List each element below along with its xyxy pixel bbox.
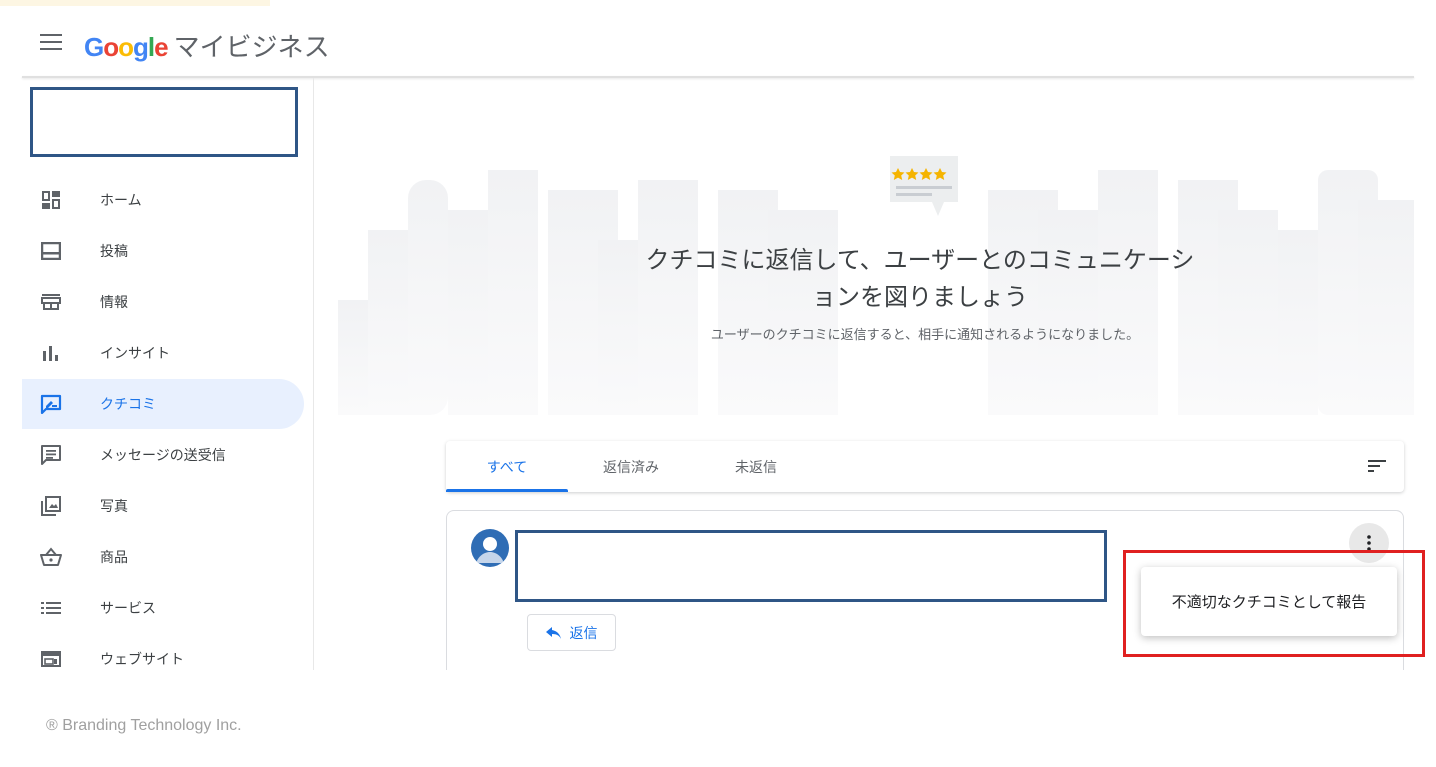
reply-icon [545,626,561,639]
more-vert-icon [1367,535,1371,551]
brand[interactable]: Google マイビジネス [84,27,330,64]
rate-review-icon [40,394,62,414]
product-name: マイビジネス [173,33,330,63]
copyright-text: ® Branding Technology Inc. [46,717,242,734]
reply-button[interactable]: 返信 [527,614,616,651]
sidebar-item-products[interactable]: 商品 [22,532,304,582]
review-filter-tabs: すべて 返信済み 未返信 [446,441,1404,492]
shopping-basket-icon [40,547,62,567]
review-stars-icon [890,156,958,216]
menu-icon[interactable] [40,34,62,52]
dashboard-icon [40,190,62,210]
hero-title: クチコミに返信して、ユーザーとのコミュニケーションを図りましょう [645,246,1195,311]
sidebar-item-services[interactable]: サービス [22,583,304,633]
sidebar-item-label: ウェブサイト [100,652,184,668]
store-icon [40,292,62,312]
hero-subtitle: ユーザーのクチコミに返信すると、相手に通知されるようになりました。 [710,328,1140,343]
sidebar-item-reviews[interactable]: クチコミ [22,379,304,429]
sidebar-item-info[interactable]: 情報 [22,277,304,327]
sort-icon[interactable] [1366,457,1388,475]
sidebar-item-photos[interactable]: 写真 [22,481,304,531]
message-icon [40,445,62,465]
review-content-redacted [515,530,1107,602]
more-options-button[interactable] [1349,523,1389,563]
photo-library-icon [40,496,62,516]
tab-label: 未返信 [735,459,777,476]
sidebar-item-label: 情報 [100,295,128,311]
app-header: Google マイビジネス [0,0,1436,78]
options-menu: 不適切なクチコミとして報告 [1141,567,1397,636]
sidebar-item-messages[interactable]: メッセージの送受信 [22,430,304,480]
tab-label: すべて [486,459,528,476]
sidebar: ホーム 投稿 情報 インサイト クチコミ メッセージの送受信 写真 商品 サービ… [22,78,314,670]
sidebar-item-label: クチコミ [100,397,156,413]
sidebar-item-label: ホーム [100,193,142,209]
sidebar-item-label: インサイト [100,346,170,362]
web-icon [40,649,62,669]
sidebar-item-label: 写真 [100,499,128,515]
sidebar-item-label: 投稿 [100,244,128,260]
bar-chart-icon [40,343,62,363]
tab-unreplied[interactable]: 未返信 [716,441,796,492]
active-tab-indicator [446,489,568,492]
avatar [471,529,509,567]
sidebar-item-label: サービス [100,601,156,617]
sidebar-item-label: メッセージの送受信 [100,448,226,464]
report-review-menu-item[interactable]: 不適切なクチコミとして報告 [1172,591,1367,612]
list-icon [40,598,62,618]
post-icon [40,241,62,261]
tab-label: 返信済み [603,459,659,476]
google-logo: Google [84,32,169,62]
tab-all[interactable]: すべて [446,441,568,492]
sidebar-item-home[interactable]: ホーム [22,175,304,225]
sidebar-item-posts[interactable]: 投稿 [22,226,304,276]
tab-replied[interactable]: 返信済み [586,441,676,492]
sidebar-item-insights[interactable]: インサイト [22,328,304,378]
business-name-redacted [30,87,298,157]
sidebar-item-label: 商品 [100,550,128,566]
sidebar-item-website[interactable]: ウェブサイト [22,634,304,684]
person-icon [476,537,504,563]
reply-label: 返信 [569,625,598,642]
